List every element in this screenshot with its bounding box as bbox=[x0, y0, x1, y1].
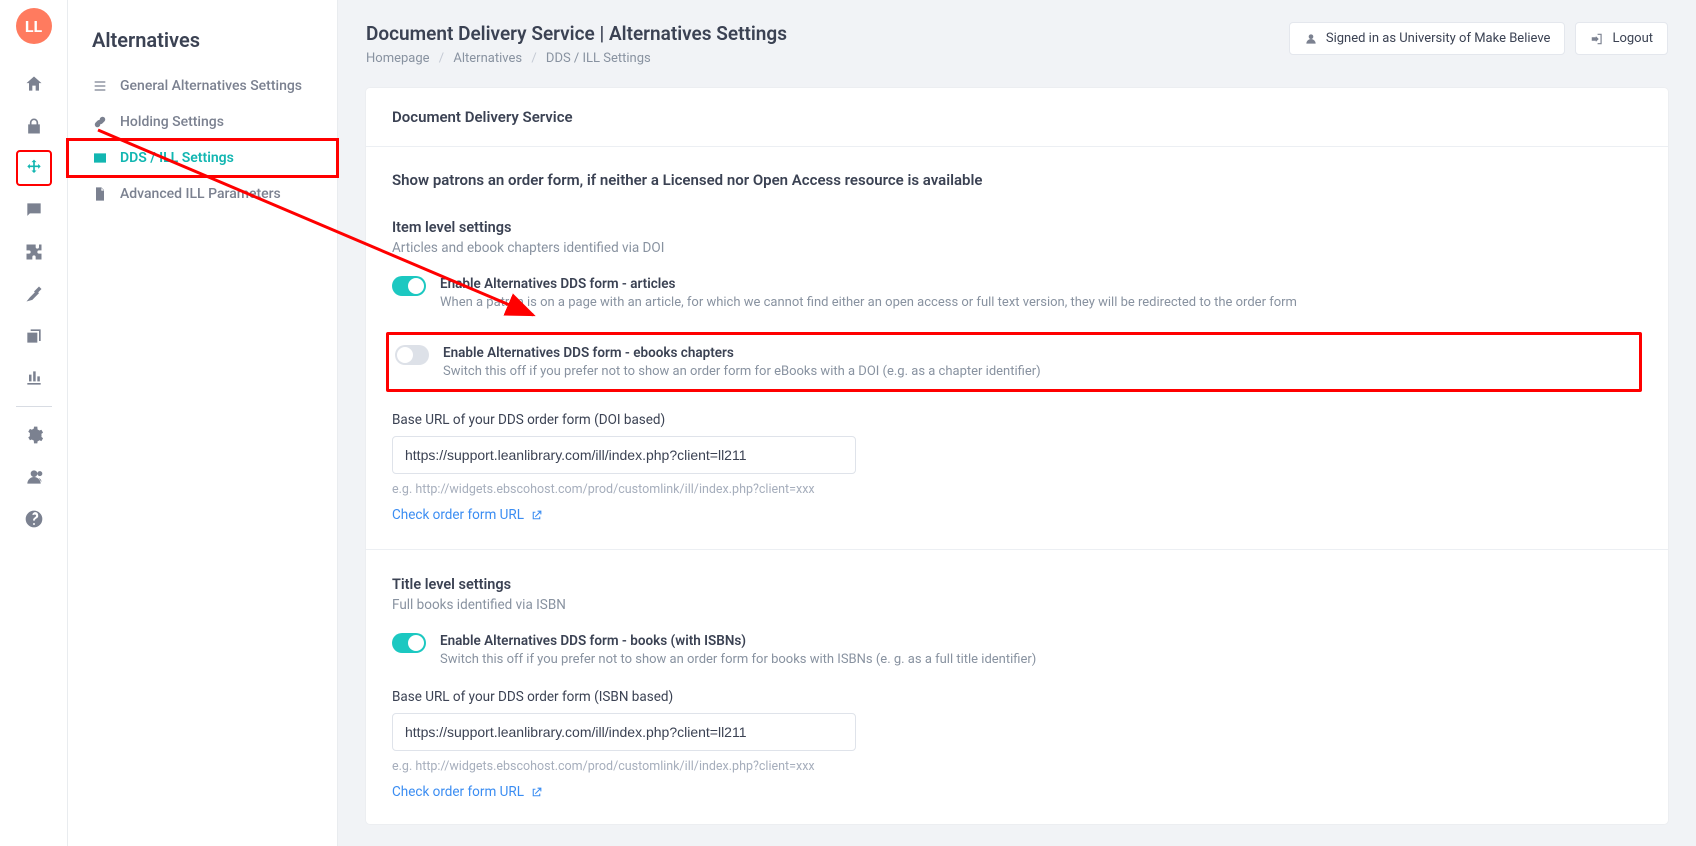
logout-button[interactable]: Logout bbox=[1575, 22, 1668, 55]
breadcrumb-item[interactable]: Alternatives bbox=[453, 51, 522, 66]
sidebar-item-holding[interactable]: Holding Settings bbox=[68, 104, 337, 140]
isbn-url-hint: e.g. http://widgets.ebscohost.com/prod/c… bbox=[392, 759, 1642, 774]
breadcrumb: Homepage / Alternatives / DDS / ILL Sett… bbox=[366, 51, 787, 66]
title-level-subtitle: Full books identified via ISBN bbox=[392, 597, 1642, 613]
signed-in-text: Signed in as University of Make Believe bbox=[1326, 31, 1551, 46]
rail-tools-icon[interactable] bbox=[16, 276, 52, 312]
toggle-articles[interactable] bbox=[392, 276, 426, 296]
sidebar-item-advanced[interactable]: Advanced ILL Parameters bbox=[68, 176, 337, 212]
toggle-articles-label: Enable Alternatives DDS form - articles bbox=[440, 276, 1297, 292]
settings-card: Document Delivery Service Show patrons a… bbox=[366, 88, 1668, 824]
file-icon bbox=[92, 186, 108, 202]
toggle-articles-desc: When a patron is on a page with an artic… bbox=[440, 295, 1297, 310]
item-level-subtitle: Articles and ebook chapters identified v… bbox=[392, 240, 1642, 256]
toggle-books[interactable] bbox=[392, 633, 426, 653]
rail-copy-icon[interactable] bbox=[16, 318, 52, 354]
doi-url-hint: e.g. http://widgets.ebscohost.com/prod/c… bbox=[392, 482, 1642, 497]
rail-users-icon[interactable] bbox=[16, 459, 52, 495]
breadcrumb-sep: / bbox=[439, 51, 444, 66]
link-icon bbox=[92, 114, 108, 130]
breadcrumb-item[interactable]: Homepage bbox=[366, 51, 430, 66]
sidebar-item-dds-ill[interactable]: DDS / ILL Settings bbox=[68, 140, 337, 176]
toggle-ebooks[interactable] bbox=[395, 345, 429, 365]
id-card-icon bbox=[92, 150, 108, 166]
logout-icon bbox=[1590, 32, 1604, 46]
isbn-check-link[interactable]: Check order form URL bbox=[392, 784, 543, 800]
logout-text: Logout bbox=[1612, 31, 1653, 46]
breadcrumb-sep: / bbox=[531, 51, 536, 66]
rail-divider bbox=[16, 406, 52, 407]
toggle-row-articles: Enable Alternatives DDS form - articles … bbox=[392, 274, 1642, 312]
external-link-icon bbox=[530, 509, 543, 522]
toggle-books-label: Enable Alternatives DDS form - books (wi… bbox=[440, 633, 1036, 649]
breadcrumb-item: DDS / ILL Settings bbox=[546, 51, 651, 66]
doi-url-label: Base URL of your DDS order form (DOI bas… bbox=[392, 412, 1642, 428]
brand-logo: LL bbox=[16, 8, 52, 44]
sidebar: Alternatives General Alternatives Settin… bbox=[68, 0, 338, 846]
isbn-check-link-text: Check order form URL bbox=[392, 784, 524, 800]
external-link-icon bbox=[530, 786, 543, 799]
toggle-row-ebooks: Enable Alternatives DDS form - ebooks ch… bbox=[386, 332, 1642, 392]
sidebar-item-label: Holding Settings bbox=[120, 114, 224, 130]
rail-gear-icon[interactable] bbox=[16, 417, 52, 453]
rail-chat-icon[interactable] bbox=[16, 192, 52, 228]
toggle-row-books: Enable Alternatives DDS form - books (wi… bbox=[392, 631, 1642, 669]
user-icon bbox=[1304, 32, 1318, 46]
rail-puzzle-icon[interactable] bbox=[16, 234, 52, 270]
toggle-ebooks-desc: Switch this off if you prefer not to sho… bbox=[443, 364, 1041, 379]
sidebar-item-label: Advanced ILL Parameters bbox=[120, 186, 281, 202]
rail-move-icon[interactable] bbox=[16, 150, 52, 186]
main-content: Document Delivery Service | Alternatives… bbox=[338, 0, 1696, 846]
item-level-title: Item level settings bbox=[392, 219, 1642, 236]
card-intro: Show patrons an order form, if neither a… bbox=[392, 171, 1642, 189]
isbn-url-label: Base URL of your DDS order form (ISBN ba… bbox=[392, 689, 1642, 705]
doi-check-link[interactable]: Check order form URL bbox=[392, 507, 543, 523]
sidebar-item-general[interactable]: General Alternatives Settings bbox=[68, 68, 337, 104]
toggle-books-desc: Switch this off if you prefer not to sho… bbox=[440, 652, 1036, 667]
doi-check-link-text: Check order form URL bbox=[392, 507, 524, 523]
list-icon bbox=[92, 78, 108, 94]
rail-chart-icon[interactable] bbox=[16, 360, 52, 396]
sidebar-title: Alternatives bbox=[68, 28, 337, 68]
divider bbox=[366, 549, 1668, 550]
rail-help-icon[interactable] bbox=[16, 501, 52, 537]
sidebar-item-label: DDS / ILL Settings bbox=[120, 150, 234, 166]
rail-lock-icon[interactable] bbox=[16, 108, 52, 144]
icon-rail: LL bbox=[0, 0, 68, 846]
doi-url-input[interactable] bbox=[392, 436, 856, 474]
page-title: Document Delivery Service | Alternatives… bbox=[366, 22, 787, 45]
isbn-url-input[interactable] bbox=[392, 713, 856, 751]
signed-in-chip[interactable]: Signed in as University of Make Believe bbox=[1289, 22, 1566, 55]
card-title: Document Delivery Service bbox=[366, 88, 1668, 147]
toggle-ebooks-label: Enable Alternatives DDS form - ebooks ch… bbox=[443, 345, 1041, 361]
title-level-title: Title level settings bbox=[392, 576, 1642, 593]
sidebar-item-label: General Alternatives Settings bbox=[120, 78, 302, 94]
rail-home-icon[interactable] bbox=[16, 66, 52, 102]
